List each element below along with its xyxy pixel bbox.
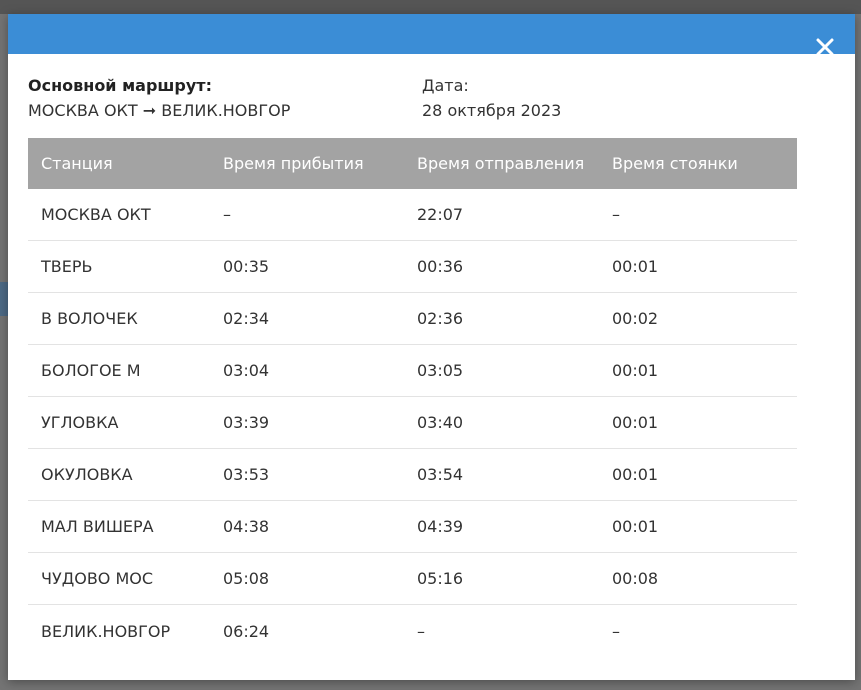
schedule-table: Станция Время прибытия Время отправления… xyxy=(28,138,797,657)
departure-cell: 03:05 xyxy=(417,361,464,380)
departure-cell: 03:54 xyxy=(417,465,464,484)
table-row: ЧУДОВО МОС 05:08 05:16 00:08 xyxy=(28,553,797,605)
arrival-cell: 03:39 xyxy=(223,413,270,432)
station-cell: ВЕЛИК.НОВГОР xyxy=(41,621,171,641)
stop-duration-cell: – xyxy=(612,205,620,224)
close-icon xyxy=(816,38,834,56)
table-row: ОКУЛОВКА 03:53 03:54 00:01 xyxy=(28,449,797,501)
departure-cell: 05:16 xyxy=(417,569,464,588)
table-body: МОСКВА ОКТ – 22:07 – ТВЕРЬ 00:35 00:36 0… xyxy=(28,189,797,657)
departure-cell: 22:07 xyxy=(417,205,464,224)
stop-duration-cell: 00:02 xyxy=(612,309,659,328)
stop-duration-cell: 00:01 xyxy=(612,517,659,536)
station-cell: БОЛОГОЕ М xyxy=(41,361,141,380)
stop-duration-cell: 00:01 xyxy=(612,465,659,484)
table-row: ТВЕРЬ 00:35 00:36 00:01 xyxy=(28,241,797,293)
arrival-cell: 06:24 xyxy=(223,621,270,641)
table-header: Станция Время прибытия Время отправления… xyxy=(28,138,797,189)
departure-cell: 02:36 xyxy=(417,309,464,328)
table-row: ВЕЛИК.НОВГОР 06:24 – – xyxy=(28,605,797,657)
table-row: В ВОЛОЧЕК 02:34 02:36 00:02 xyxy=(28,293,797,345)
date-value: 28 октября 2023 xyxy=(422,101,562,120)
close-button[interactable] xyxy=(814,36,836,58)
stop-duration-cell: 00:01 xyxy=(612,361,659,380)
arrival-cell: 03:04 xyxy=(223,361,270,380)
stop-duration-cell: 00:08 xyxy=(612,569,659,588)
stop-duration-cell: 00:01 xyxy=(612,413,659,432)
column-header-departure: Время отправления xyxy=(417,154,585,173)
station-cell: В ВОЛОЧЕК xyxy=(41,309,138,328)
arrival-cell: 00:35 xyxy=(223,257,270,276)
route-label: Основной маршрут: xyxy=(28,76,212,95)
station-cell: УГЛОВКА xyxy=(41,413,119,432)
departure-cell: 04:39 xyxy=(417,517,464,536)
table-row: БОЛОГОЕ М 03:04 03:05 00:01 xyxy=(28,345,797,397)
station-cell: МАЛ ВИШЕРА xyxy=(41,517,154,536)
stop-duration-cell: – xyxy=(612,621,620,641)
station-cell: МОСКВА ОКТ xyxy=(41,205,151,224)
station-cell: ТВЕРЬ xyxy=(41,257,93,276)
column-header-stop-duration: Время стоянки xyxy=(612,154,738,173)
background-topbar xyxy=(0,0,861,14)
date-label: Дата: xyxy=(422,76,469,95)
arrival-cell: 03:53 xyxy=(223,465,270,484)
stop-duration-cell: 00:01 xyxy=(612,257,659,276)
route-schedule-modal: Основной маршрут: МОСКВА ОКТ ➞ ВЕЛИК.НОВ… xyxy=(8,14,855,680)
departure-cell: – xyxy=(417,621,425,641)
arrival-cell: 04:38 xyxy=(223,517,270,536)
modal-header xyxy=(8,14,855,54)
departure-cell: 00:36 xyxy=(417,257,464,276)
station-cell: ОКУЛОВКА xyxy=(41,465,133,484)
column-header-arrival: Время прибытия xyxy=(223,154,364,173)
arrival-cell: – xyxy=(223,205,231,224)
station-cell: ЧУДОВО МОС xyxy=(41,569,154,588)
column-header-station: Станция xyxy=(41,154,113,173)
table-row: МАЛ ВИШЕРА 04:38 04:39 00:01 xyxy=(28,501,797,553)
route-value: МОСКВА ОКТ ➞ ВЕЛИК.НОВГОР xyxy=(28,101,291,120)
arrival-cell: 05:08 xyxy=(223,569,270,588)
arrival-cell: 02:34 xyxy=(223,309,270,328)
table-row: МОСКВА ОКТ – 22:07 – xyxy=(28,189,797,241)
table-row: УГЛОВКА 03:39 03:40 00:01 xyxy=(28,397,797,449)
departure-cell: 03:40 xyxy=(417,413,464,432)
